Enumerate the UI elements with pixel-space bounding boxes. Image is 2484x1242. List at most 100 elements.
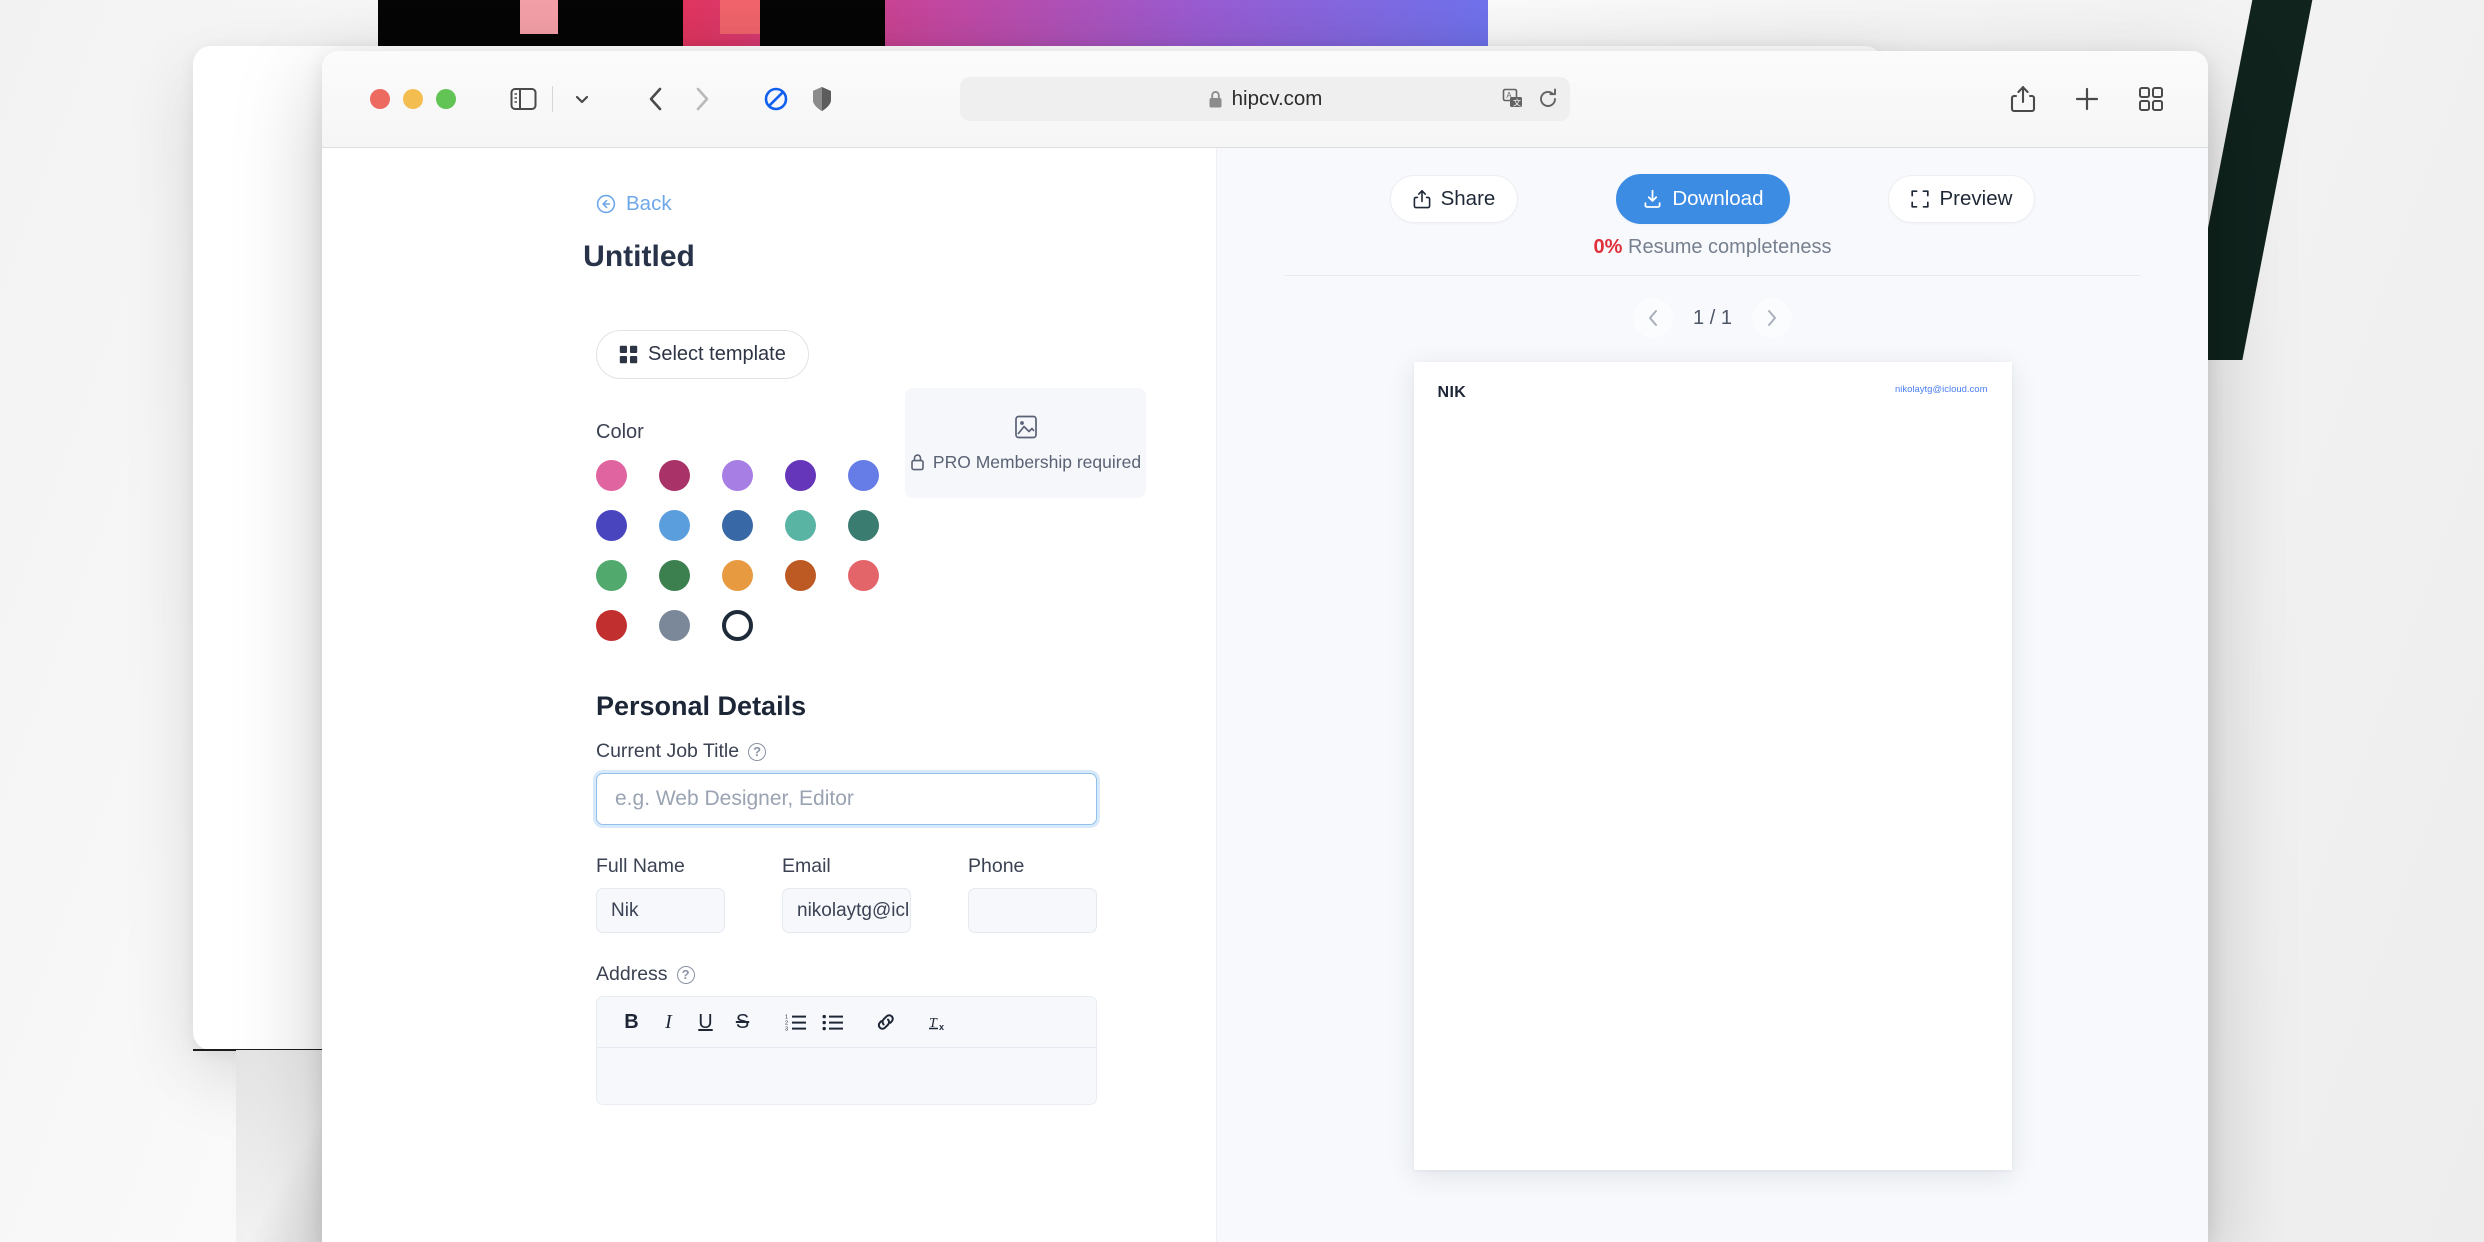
back-arrow-icon bbox=[596, 194, 616, 214]
browser-back-icon[interactable] bbox=[633, 76, 679, 122]
preview-button[interactable]: Preview bbox=[1888, 175, 2036, 223]
prev-page-button[interactable] bbox=[1633, 298, 1674, 338]
content-blocker-icon[interactable] bbox=[753, 76, 799, 122]
editor-pane: Back Untitled Select template PRO Member… bbox=[322, 148, 1217, 1242]
share-icon bbox=[1413, 189, 1431, 209]
color-swatch-pink[interactable] bbox=[596, 460, 627, 491]
color-swatch-burnt-orange[interactable] bbox=[785, 560, 816, 591]
share-icon[interactable] bbox=[2000, 76, 2046, 122]
email-input[interactable]: nikolaytg@icl bbox=[782, 888, 911, 933]
address-bar-actions: A文 bbox=[1502, 88, 1558, 110]
job-title-label-text: Current Job Title bbox=[596, 740, 740, 762]
maximize-window-button[interactable] bbox=[436, 89, 456, 109]
color-swatch-green[interactable] bbox=[659, 560, 690, 591]
wallpaper-block bbox=[720, 0, 760, 34]
job-title-label: Current Job Title ? bbox=[596, 740, 1216, 763]
translate-icon[interactable]: A文 bbox=[1502, 88, 1524, 110]
toolbar-nav-group bbox=[633, 76, 725, 122]
color-swatch-purple[interactable] bbox=[785, 460, 816, 491]
image-placeholder-icon bbox=[1013, 414, 1039, 440]
color-swatch-slate-gray[interactable] bbox=[659, 610, 690, 641]
page-indicator: 1 / 1 bbox=[1693, 306, 1732, 329]
preview-pane: Share Download Preview 0% Resume complet… bbox=[1217, 148, 2208, 1242]
privacy-shield-icon[interactable] bbox=[799, 76, 845, 122]
wallpaper-block bbox=[560, 0, 680, 46]
pro-membership-box[interactable]: PRO Membership required bbox=[905, 388, 1146, 498]
phone-label: Phone bbox=[968, 855, 1025, 877]
minimize-window-button[interactable] bbox=[403, 89, 423, 109]
address-label-text: Address bbox=[596, 963, 668, 985]
select-template-label: Select template bbox=[648, 343, 786, 365]
color-swatch-red[interactable] bbox=[596, 610, 627, 641]
resume-preview-page[interactable]: NIK nikolaytg@icloud.com bbox=[1413, 362, 2012, 1170]
reload-icon[interactable] bbox=[1538, 88, 1558, 110]
email-label: Email bbox=[782, 855, 831, 877]
phone-input[interactable] bbox=[968, 888, 1097, 933]
browser-forward-icon[interactable] bbox=[679, 76, 725, 122]
safari-window: hipcv.com A文 Back Untitled Select templa… bbox=[322, 51, 2208, 1242]
lock-icon bbox=[910, 453, 925, 471]
wallpaper-block bbox=[760, 0, 885, 46]
clear-formatting-icon[interactable]: Tx bbox=[920, 1004, 957, 1041]
plus-icon[interactable] bbox=[2064, 76, 2110, 122]
full-name-label: Full Name bbox=[596, 855, 685, 877]
resume-email: nikolaytg@icloud.com bbox=[1894, 384, 1988, 395]
color-swatch-dark-teal[interactable] bbox=[848, 510, 879, 541]
help-circle-icon[interactable]: ? bbox=[676, 965, 695, 984]
preview-label: Preview bbox=[1939, 187, 2013, 210]
address-textarea[interactable] bbox=[596, 1047, 1097, 1105]
pro-membership-label: PRO Membership required bbox=[932, 451, 1142, 472]
download-label: Download bbox=[1672, 187, 1764, 210]
color-swatch-steel-blue[interactable] bbox=[722, 510, 753, 541]
help-circle-icon[interactable]: ? bbox=[748, 742, 767, 761]
color-swatch-orange[interactable] bbox=[722, 560, 753, 591]
italic-icon[interactable]: I bbox=[650, 1004, 687, 1041]
color-swatch-light-purple[interactable] bbox=[722, 460, 753, 491]
back-label: Back bbox=[626, 192, 672, 215]
preview-actions: Share Download Preview bbox=[1389, 174, 2036, 224]
back-link[interactable]: Back bbox=[596, 192, 672, 216]
preview-divider bbox=[1285, 275, 2140, 276]
svg-text:x: x bbox=[939, 1022, 944, 1032]
color-swatch-salmon[interactable] bbox=[848, 560, 879, 591]
toolbar-privacy-group bbox=[753, 76, 845, 122]
personal-details-title: Personal Details bbox=[596, 691, 807, 721]
full-name-field: Full Name Nik bbox=[596, 855, 725, 933]
tab-overview-icon[interactable] bbox=[2128, 76, 2174, 122]
close-window-button[interactable] bbox=[370, 89, 390, 109]
share-button[interactable]: Share bbox=[1389, 175, 1519, 223]
unordered-list-icon[interactable] bbox=[814, 1004, 851, 1041]
desktop-background: hipcv.com A文 Back Untitled Select templa… bbox=[0, 0, 2484, 1242]
resume-completeness: 0% Resume completeness bbox=[1594, 236, 1832, 259]
name-email-phone-row: Full Name Nik Email nikolaytg@icl Phone bbox=[596, 855, 1216, 933]
bold-icon[interactable]: B bbox=[613, 1004, 650, 1041]
next-page-button[interactable] bbox=[1751, 298, 1792, 338]
select-template-button[interactable]: Select template bbox=[596, 330, 809, 379]
strikethrough-icon[interactable]: S bbox=[724, 1004, 761, 1041]
chevron-down-icon[interactable] bbox=[559, 76, 605, 122]
job-title-input[interactable]: e.g. Web Designer, Editor bbox=[596, 773, 1097, 825]
ordered-list-icon[interactable]: 123 bbox=[777, 1004, 814, 1041]
address-bar-url: hipcv.com bbox=[1231, 87, 1323, 110]
link-icon[interactable] bbox=[867, 1004, 904, 1041]
color-swatch-periwinkle[interactable] bbox=[848, 460, 879, 491]
color-swatch-teal[interactable] bbox=[785, 510, 816, 541]
document-title[interactable]: Untitled bbox=[322, 240, 1216, 274]
grid-icon bbox=[619, 345, 638, 364]
template-row: Select template bbox=[322, 330, 1216, 379]
color-swatch-magenta[interactable] bbox=[659, 460, 690, 491]
sidebar-toggle-icon[interactable] bbox=[500, 76, 546, 122]
toolbar-left-group bbox=[500, 76, 605, 122]
download-button[interactable]: Download bbox=[1616, 174, 1791, 224]
color-swatch-indigo[interactable] bbox=[596, 510, 627, 541]
toolbar-right-group bbox=[2000, 76, 2174, 122]
page-navigation: 1 / 1 bbox=[1633, 298, 1792, 338]
full-name-input[interactable]: Nik bbox=[596, 888, 725, 933]
color-swatch-light-blue[interactable] bbox=[659, 510, 690, 541]
underline-icon[interactable]: U bbox=[687, 1004, 724, 1041]
completeness-percent: 0% bbox=[1593, 236, 1623, 258]
color-swatch-light-green[interactable] bbox=[596, 560, 627, 591]
lock-icon bbox=[1208, 90, 1223, 109]
address-bar[interactable]: hipcv.com A文 bbox=[960, 77, 1570, 121]
color-swatch-white[interactable] bbox=[722, 610, 753, 641]
